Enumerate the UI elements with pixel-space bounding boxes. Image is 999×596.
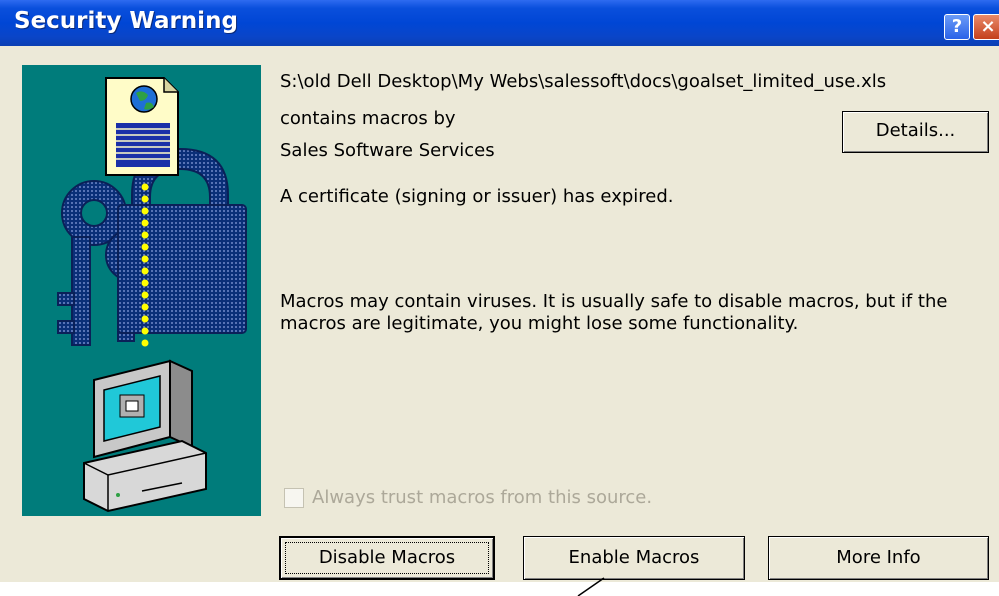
callout-pointer-line (577, 577, 605, 596)
